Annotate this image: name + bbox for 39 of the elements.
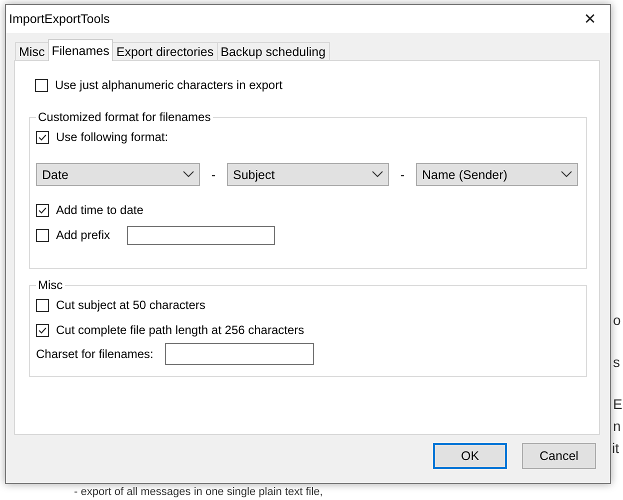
caret-icon — [561, 171, 572, 178]
caret-icon — [372, 171, 383, 178]
checkbox[interactable] — [36, 324, 49, 336]
input-field[interactable] — [127, 226, 276, 244]
dropdown[interactable]: Name (Sender) — [416, 163, 578, 186]
dropdown[interactable]: Date — [36, 163, 200, 186]
caret-icon — [183, 171, 194, 178]
window-title: ImportExportTools — [9, 12, 110, 26]
tab[interactable]: Filenames — [48, 39, 114, 61]
dropdown[interactable]: Subject — [227, 163, 389, 186]
background-text: it — [612, 440, 619, 456]
checkbox[interactable] — [36, 228, 49, 242]
close-button[interactable]: ✕ — [570, 5, 610, 33]
ok-button[interactable]: OK — [433, 443, 507, 469]
checkbox-label: Add time to date — [56, 203, 144, 217]
background-text: E — [613, 396, 622, 412]
checkbox[interactable] — [35, 78, 48, 92]
checkbox-label: Cut complete file path length at 256 characters — [56, 323, 304, 337]
checkbox-label: Cut subject at 50 characters — [56, 298, 206, 312]
background-text: o — [613, 312, 621, 328]
separator-text: - — [399, 168, 406, 182]
checkbox-label: Use just alphanumeric characters in export — [55, 78, 282, 92]
input-field[interactable] — [165, 343, 314, 365]
field-label: Charset for filenames: — [36, 347, 154, 361]
checkbox[interactable] — [36, 204, 49, 216]
background-text: - export of all messages in one single plain text file, — [74, 486, 323, 499]
background-text: s — [613, 354, 620, 370]
background-text: n — [613, 418, 621, 434]
checkbox-label: Add prefix — [56, 228, 110, 242]
group-title: Misc — [36, 278, 65, 292]
checkbox[interactable] — [36, 130, 49, 144]
separator-text: - — [210, 168, 217, 182]
group-title: Customized format for filenames — [36, 110, 213, 124]
checkbox-label: Use following format: — [56, 130, 168, 144]
checkbox[interactable] — [36, 298, 49, 312]
tab[interactable]: Backup scheduling — [216, 42, 330, 61]
cancel-button[interactable]: Cancel — [522, 443, 596, 469]
tab[interactable]: Export directories — [112, 42, 218, 61]
tab[interactable]: Misc — [15, 42, 49, 61]
